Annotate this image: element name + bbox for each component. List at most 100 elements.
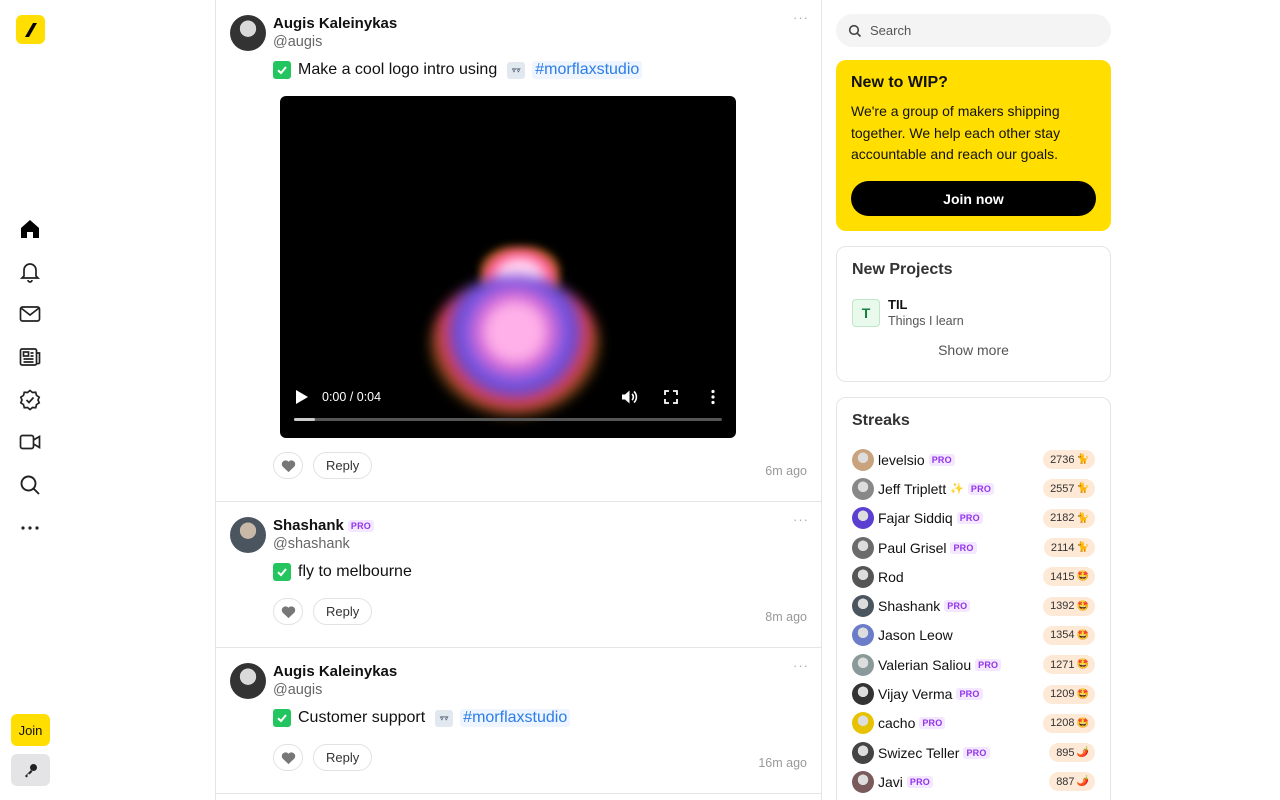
streak-row: Swizec Teller PRO 895 🌶️ — [852, 738, 1095, 767]
streak-emoji-icon: 🐈 — [1076, 483, 1089, 495]
nav-search-icon[interactable] — [17, 472, 43, 498]
avatar[interactable] — [230, 663, 266, 699]
streak-emoji-icon: 🌶️ — [1076, 747, 1089, 759]
login-button[interactable] — [11, 754, 50, 786]
post-time[interactable]: 16m ago — [758, 756, 807, 770]
streak-user-name[interactable]: Swizec Teller PRO — [878, 745, 990, 761]
streak-count-badge: 1354 🤩 — [1043, 625, 1095, 645]
post-options-icon[interactable]: ··· — [793, 512, 809, 527]
avatar[interactable] — [852, 536, 874, 559]
post-time[interactable]: 8m ago — [765, 610, 807, 624]
feed-post: Shashank PRO @shashank ··· fly to melbour… — [216, 502, 821, 648]
avatar[interactable] — [852, 653, 874, 676]
wip-title: New to WIP? — [851, 74, 948, 91]
video-menu-icon[interactable] — [704, 388, 722, 406]
search-input[interactable] — [870, 23, 1090, 38]
streak-user-name-text: Rod — [878, 568, 904, 585]
author-handle[interactable]: @shashank — [273, 536, 374, 552]
streak-user-name[interactable]: Paul Grisel PRO — [878, 540, 977, 556]
reply-button[interactable]: Reply — [313, 598, 373, 625]
streak-count: 1392 — [1050, 600, 1075, 613]
nav-more-icon[interactable] — [17, 515, 43, 541]
streak-user-name[interactable]: Rod — [878, 569, 904, 585]
streak-row: Shashank PRO 1392 🤩 — [852, 591, 1095, 620]
author-name[interactable]: Augis Kaleinykas — [273, 663, 397, 680]
streak-count-badge: 1392 🤩 — [1043, 596, 1095, 616]
join-now-button[interactable]: Join now — [851, 181, 1096, 216]
avatar[interactable] — [230, 517, 266, 553]
streak-user-name[interactable]: Shashank PRO — [878, 598, 971, 614]
wip-logo[interactable] — [16, 15, 45, 44]
streak-emoji-icon: 🤩 — [1076, 659, 1089, 671]
streak-user-name[interactable]: Vijay Verma PRO — [878, 686, 983, 702]
streak-user-name-text: Vijay Verma — [878, 686, 953, 703]
join-button[interactable]: Join — [11, 714, 50, 746]
fullscreen-icon[interactable] — [662, 388, 680, 406]
search-bar — [836, 14, 1111, 47]
streak-row: Paul Grisel PRO 2114 🐈 — [852, 533, 1095, 562]
streak-user-name[interactable]: levelsio PRO — [878, 452, 955, 468]
avatar[interactable] — [852, 477, 874, 500]
post-actions: Reply — [273, 452, 373, 479]
streak-count-badge: 1208 🤩 — [1043, 713, 1095, 733]
streak-user-name[interactable]: Jeff Triplett ✨ PRO — [878, 481, 995, 497]
key-icon — [24, 764, 37, 778]
checkbox-checked-icon — [273, 563, 291, 581]
author-handle[interactable]: @augis — [273, 682, 397, 698]
heart-icon — [281, 459, 295, 472]
like-button[interactable] — [273, 744, 303, 771]
avatar[interactable] — [852, 770, 874, 793]
streak-row: Vijay Verma PRO 1209 🤩 — [852, 679, 1095, 708]
streak-user-name[interactable]: Fajar Siddiq PRO — [878, 510, 983, 526]
video-player[interactable]: 0:00 / 0:04 — [280, 96, 736, 438]
avatar[interactable] — [852, 565, 874, 588]
streak-count-badge: 1271 🤩 — [1043, 655, 1095, 675]
post-options-icon[interactable]: ··· — [793, 658, 809, 673]
feed-post: Augis Kaleinykas @augis ··· Make a cool … — [216, 0, 821, 502]
like-button[interactable] — [273, 598, 303, 625]
nav-badge-check-icon[interactable] — [17, 387, 43, 413]
streak-user-name-text: levelsio — [878, 451, 925, 468]
project-hashtag-link[interactable]: #morflaxstudio — [460, 709, 571, 727]
like-button[interactable] — [273, 452, 303, 479]
nav-newspaper-icon[interactable] — [17, 344, 43, 370]
avatar[interactable] — [852, 595, 874, 618]
reply-button[interactable]: Reply — [313, 744, 373, 771]
project-item[interactable]: T TIL Things I learn — [852, 297, 1095, 328]
avatar[interactable] — [852, 448, 874, 471]
streak-emoji-icon: 🤩 — [1076, 600, 1089, 612]
feed-post: Augis Kaleinykas @augis ··· Customer sup… — [216, 648, 821, 794]
streak-user-name[interactable]: Valerian Saliou PRO — [878, 657, 1002, 673]
nav-mail-icon[interactable] — [17, 301, 43, 327]
reply-button[interactable]: Reply — [313, 452, 373, 479]
volume-icon[interactable] — [620, 388, 638, 406]
nav-bell-icon[interactable] — [17, 259, 43, 285]
avatar[interactable] — [852, 624, 874, 647]
new-projects-title: New Projects — [852, 261, 953, 278]
avatar[interactable] — [852, 683, 874, 706]
streaks-title: Streaks — [852, 412, 910, 429]
video-seek-bar[interactable] — [294, 418, 722, 421]
avatar[interactable] — [852, 741, 874, 764]
post-time[interactable]: 6m ago — [765, 464, 807, 478]
todo-text: Customer support — [298, 709, 426, 726]
pro-badge: PRO — [963, 746, 990, 759]
streak-user-name[interactable]: Javi PRO — [878, 774, 934, 790]
avatar[interactable] — [852, 712, 874, 735]
nav-video-icon[interactable] — [17, 429, 43, 455]
search-icon — [848, 24, 862, 37]
play-icon[interactable] — [296, 390, 308, 404]
show-more-button[interactable]: Show more — [852, 342, 1095, 358]
avatar[interactable] — [852, 507, 874, 530]
author-name[interactable]: Shashank PRO — [273, 517, 374, 534]
author-name[interactable]: Augis Kaleinykas — [273, 15, 397, 32]
streak-count: 887 — [1056, 775, 1075, 788]
streak-user-name[interactable]: cacho PRO — [878, 715, 946, 731]
streak-user-name[interactable]: Jason Leow — [878, 627, 953, 643]
post-options-icon[interactable]: ··· — [793, 10, 809, 25]
project-hashtag-link[interactable]: #morflaxstudio — [532, 61, 643, 79]
nav-home-icon[interactable] — [17, 216, 43, 242]
streak-count: 2114 — [1050, 541, 1075, 554]
avatar[interactable] — [230, 15, 266, 51]
author-handle[interactable]: @augis — [273, 34, 397, 50]
